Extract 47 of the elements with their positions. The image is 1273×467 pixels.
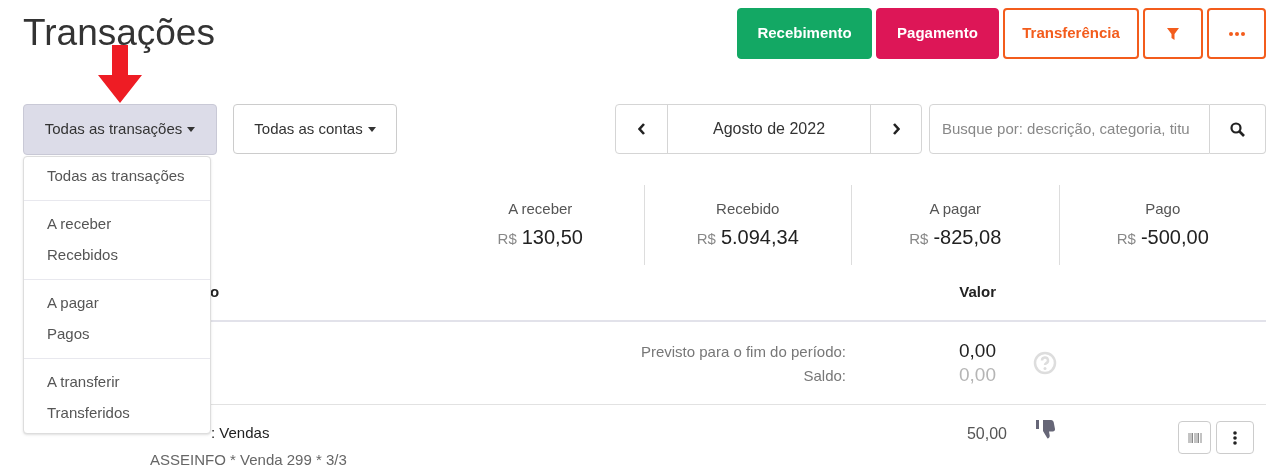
barcode-icon	[1187, 432, 1202, 443]
summary-amount: 130,50	[521, 224, 583, 250]
summary-label: A receber	[508, 199, 573, 220]
currency-label: R$	[1116, 228, 1136, 249]
balance-label: Saldo:	[803, 366, 846, 386]
summary-amount: -825,08	[933, 224, 1002, 250]
forecast-value: 0,00	[959, 339, 996, 363]
menu-item[interactable]: Todas as transações	[24, 161, 210, 192]
search-icon	[1230, 121, 1245, 137]
menu-item[interactable]: Pagos	[24, 319, 210, 350]
row-description: ASSEINFO * Venda 299 * 3/3	[150, 449, 348, 467]
menu-item[interactable]: Recebidos	[24, 240, 210, 271]
chevron-right-icon	[892, 123, 900, 135]
vertical-dots-icon	[1233, 430, 1237, 445]
menu-item[interactable]: A transferir	[24, 367, 210, 398]
payment-button[interactable]: Pagamento	[876, 8, 999, 59]
page-title: Transações	[23, 14, 215, 51]
transactions-dropdown[interactable]: Todas as transações	[23, 103, 217, 155]
currency-label: R$	[497, 228, 517, 249]
chevron-left-icon	[637, 123, 646, 135]
currency-label: R$	[909, 228, 929, 249]
forecast-label: Previsto para o fim do período:	[640, 342, 846, 362]
menu-item[interactable]: A pagar	[24, 288, 210, 319]
row-value: 50,00	[966, 424, 1007, 444]
menu-item[interactable]: A receber	[24, 209, 210, 240]
more-icon	[1228, 31, 1245, 36]
menu-item[interactable]: Transferidos	[24, 398, 210, 429]
column-header: o	[210, 282, 221, 303]
options-button[interactable]	[1216, 421, 1254, 454]
summary-label: Pago	[1145, 199, 1181, 220]
currency-label: R$	[696, 228, 716, 249]
thumbs-down-icon[interactable]	[1035, 418, 1057, 440]
summary-label: Recebido	[716, 199, 780, 220]
row-title: : Vendas	[211, 423, 271, 443]
barcode-button[interactable]	[1178, 421, 1211, 454]
filter-icon	[1166, 26, 1180, 41]
summary-amount: 5.094,34	[720, 224, 799, 250]
search-field[interactable]: Busque por: descrição, categoria, titu	[929, 104, 1210, 154]
summary-label: A pagar	[929, 199, 982, 220]
summary-amount: -500,00	[1140, 224, 1209, 250]
filter-button[interactable]	[1143, 8, 1203, 59]
more-button[interactable]	[1207, 8, 1266, 59]
accounts-dropdown[interactable]: Todas as contas	[233, 104, 397, 154]
column-header: Valor	[959, 282, 996, 303]
period-label: Agosto de 2022	[711, 119, 827, 139]
search-button[interactable]	[1210, 104, 1266, 154]
balance-value: 0,00	[959, 363, 996, 387]
